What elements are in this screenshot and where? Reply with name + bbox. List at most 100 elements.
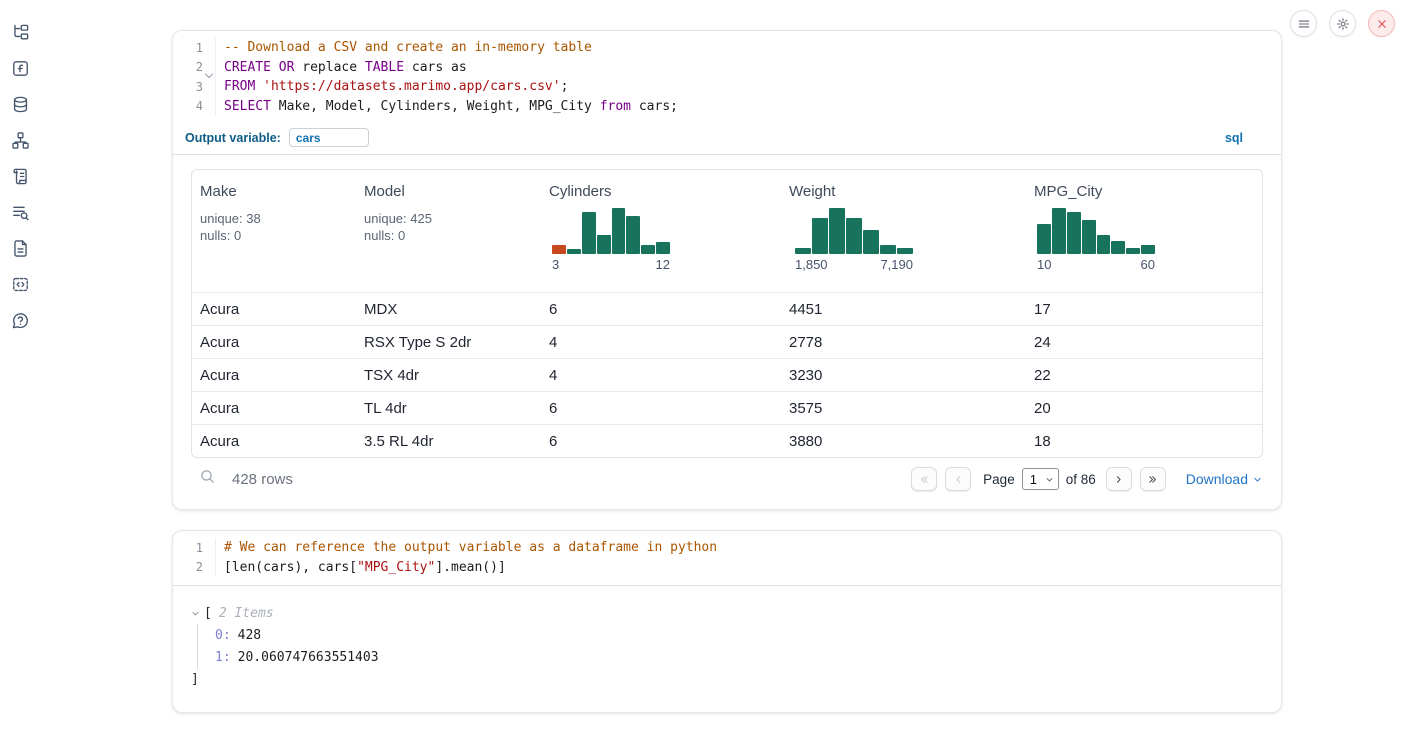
table-cell: TL 4dr [356, 400, 541, 417]
output-variable-input[interactable] [289, 128, 369, 147]
tree-item: 0: 428 [215, 624, 1263, 647]
page-select[interactable]: 1 [1022, 468, 1059, 490]
column-header-mpg-city[interactable]: MPG_City 10 60 [1026, 170, 1262, 292]
histogram-bar [552, 245, 566, 254]
histogram-bar [597, 235, 611, 254]
table-cell: 24 [1026, 334, 1262, 351]
code-text: -- Download a CSV and create an in-memor… [215, 38, 592, 58]
output-variable-label: Output variable: [185, 131, 281, 145]
table-cell: 3880 [781, 433, 1026, 450]
tree-item: 1: 20.060747663551403 [215, 647, 1263, 670]
hist-max-label: 60 [1141, 257, 1155, 272]
column-header-model[interactable]: Model unique: 425 nulls: 0 [356, 170, 541, 292]
code-text: [len(cars), cars["MPG_City"].mean()] [215, 558, 506, 578]
chevron-down-icon [1045, 475, 1054, 484]
cylinders-histogram [552, 206, 670, 254]
file-explorer-icon[interactable] [11, 23, 30, 42]
histogram-bar [612, 208, 626, 254]
row-count: 428 rows [232, 471, 293, 488]
histogram-bar [812, 218, 828, 254]
nulls-stat: nulls: 0 [364, 227, 541, 244]
outline-icon[interactable] [11, 167, 30, 186]
column-header-cylinders[interactable]: Cylinders 3 12 [541, 170, 781, 292]
table-cell: 17 [1026, 301, 1262, 318]
table-body: AcuraMDX6445117AcuraRSX Type S 2dr427782… [192, 292, 1262, 457]
table-cell: Acura [192, 334, 356, 351]
close-icon [1375, 17, 1389, 31]
hist-min-label: 3 [552, 257, 559, 272]
histogram-bar [880, 245, 896, 254]
dependency-graph-icon[interactable] [11, 131, 30, 150]
logs-icon[interactable] [11, 203, 30, 222]
page-label: Page [983, 472, 1015, 487]
tree-item-value: 428 [238, 628, 261, 643]
table-cell: 22 [1026, 367, 1262, 384]
histogram-bar [1052, 208, 1066, 254]
code-line: 1-- Download a CSV and create an in-memo… [173, 38, 1281, 58]
variables-icon[interactable] [11, 59, 30, 78]
table-cell: 6 [541, 301, 781, 318]
code-line: 2CREATE OR replace TABLE cars as [173, 58, 1281, 78]
previous-page-button[interactable] [945, 467, 971, 491]
line-number: 4 [173, 99, 203, 113]
histogram-bar [897, 248, 913, 254]
python-cell: 1# We can reference the output variable … [172, 530, 1282, 713]
table-row: AcuraRSX Type S 2dr4277824 [192, 325, 1262, 358]
line-number: 1 [173, 541, 203, 555]
search-icon[interactable] [199, 468, 216, 490]
tree-children: 0: 428 1: 20.060747663551403 [197, 624, 1263, 669]
left-sidebar [0, 0, 42, 729]
table-cell: 4 [541, 367, 781, 384]
tree-item-key: 1: [215, 650, 231, 665]
tree-item-key: 0: [215, 628, 231, 643]
line-number: 2 [173, 60, 203, 74]
tree-items-count: 2 Items [219, 606, 274, 621]
hist-min-label: 1,850 [795, 257, 828, 272]
download-button[interactable]: Download [1186, 471, 1263, 487]
first-page-button[interactable] [911, 467, 937, 491]
settings-button[interactable] [1329, 10, 1356, 37]
table-cell: MDX [356, 301, 541, 318]
histogram-bar [1082, 220, 1096, 254]
chevron-right-icon [1113, 474, 1124, 485]
tree-open-bracket: [ [204, 606, 212, 621]
tree-collapse-icon[interactable] [191, 609, 204, 618]
python-cell-output: [ 2 Items 0: 428 1: 20.060747663551403 ] [173, 586, 1281, 689]
next-page-button[interactable] [1106, 467, 1132, 491]
snippets-icon[interactable] [11, 275, 30, 294]
histogram-bar [863, 230, 879, 254]
histogram-bar [795, 248, 811, 254]
hamburger-menu-button[interactable] [1290, 10, 1317, 37]
nulls-stat: nulls: 0 [200, 227, 356, 244]
table-cell: RSX Type S 2dr [356, 334, 541, 351]
histogram-bar [1097, 235, 1111, 254]
line-number: 3 [173, 80, 203, 94]
documentation-icon[interactable] [11, 239, 30, 258]
histogram-bar [1037, 224, 1051, 254]
sql-code-editor[interactable]: 1-- Download a CSV and create an in-memo… [173, 31, 1281, 116]
page-total-label: of 86 [1066, 472, 1096, 487]
chevrons-right-icon [1147, 474, 1158, 485]
table-cell: 6 [541, 433, 781, 450]
table-row: AcuraTL 4dr6357520 [192, 391, 1262, 424]
last-page-button[interactable] [1140, 467, 1166, 491]
hist-max-label: 12 [656, 257, 670, 272]
table-cell: 2778 [781, 334, 1026, 351]
column-header-weight[interactable]: Weight 1,850 7,190 [781, 170, 1026, 292]
histogram-bar [1067, 212, 1081, 254]
code-text: FROM 'https://datasets.marimo.app/cars.c… [215, 77, 568, 97]
table-cell: 3.5 RL 4dr [356, 433, 541, 450]
help-icon[interactable] [11, 311, 30, 330]
tree-item-value: 20.060747663551403 [238, 650, 379, 665]
sql-editor-footer: Output variable: sql [173, 121, 1281, 155]
hamburger-menu-icon [1297, 17, 1311, 31]
unique-stat: unique: 38 [200, 210, 356, 227]
column-header-make[interactable]: Make unique: 38 nulls: 0 [192, 170, 356, 292]
code-line: 1# We can reference the output variable … [173, 538, 1281, 558]
mpg-city-histogram [1037, 206, 1155, 254]
datasources-icon[interactable] [11, 95, 30, 114]
weight-histogram [795, 206, 913, 254]
python-code-editor[interactable]: 1# We can reference the output variable … [173, 531, 1281, 586]
shutdown-button[interactable] [1368, 10, 1395, 37]
chevron-down-icon [1252, 474, 1263, 485]
